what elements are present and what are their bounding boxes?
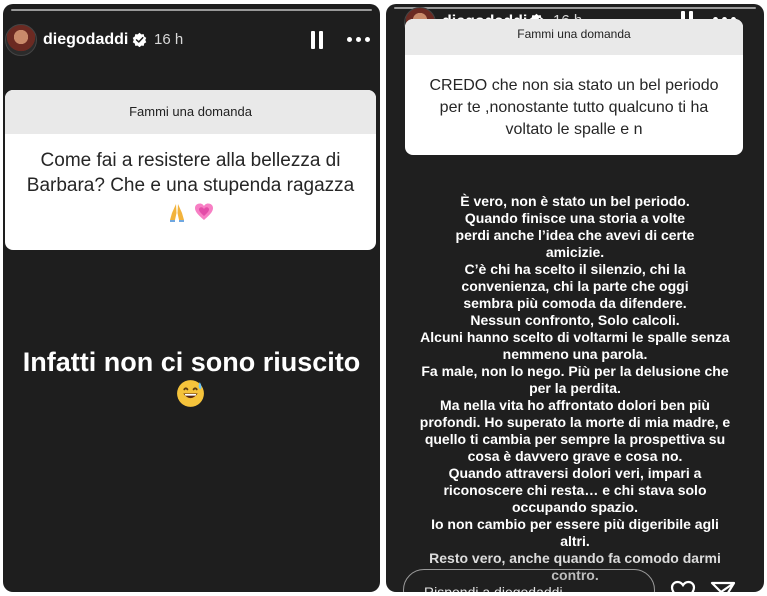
answer-line: Alcuni hanno scelto di voltarmi le spall… [420,329,730,345]
answer-line: Ma nella vita ho affrontato dolori ben p… [440,397,710,413]
answer-line: perdi anche l’idea che avevi di certe [455,227,695,243]
answer-line: Quando attraversi dolori veri, impari a [448,465,702,481]
question-sticker: Fammi una domanda Come fai a resistere a… [5,90,376,250]
answer-line: occupando spazio. [511,499,638,515]
answer-line: profondi. Ho superato la morte di mia ma… [419,414,731,430]
story-right: diegodaddi 16 h Fammi una domanda CREDO … [386,4,764,592]
answer-line: sembra più comoda da difendere. [463,295,687,311]
answer-line: Fa male, non lo nego. Più per la delusio… [421,363,729,379]
verified-badge-icon [132,32,147,47]
pause-icon[interactable] [311,31,325,49]
question-sticker-text: CREDO che non sia stato un bel periodo p… [429,77,719,138]
heart-icon[interactable] [670,580,696,592]
avatar[interactable] [5,24,37,56]
answer-line: amicizie. [545,244,605,260]
answer-line: per la perdita. [529,380,621,396]
story-caption: Infatti non ci sono riuscito [22,347,361,377]
question-emojis [19,199,362,224]
time-ago: 16 h [154,31,184,48]
answer-text: È vero, non è stato un bel periodo. Quan… [390,193,760,584]
answer-line: quello ti cambia per sempre la prospetti… [424,431,726,447]
answer-line: cosa è davvero grave e cosa no. [467,448,683,464]
caption-emoji [175,378,206,414]
answer-line: riconoscere chi resta… e chi stava solo [443,482,707,498]
answer-line: Resto vero, anche quando fa comodo darmi [429,550,721,566]
answer-line: C’è chi ha scelto il silenzio, chi la [464,261,686,277]
answer-line: convenienza, chi la parte che oggi [461,278,689,294]
reply-input[interactable]: Rispondi a diegodaddi... [403,569,655,592]
story-progress-bar [11,9,372,11]
growing-heart-emoji-icon [195,203,214,220]
more-options-icon[interactable] [347,37,371,43]
send-icon[interactable] [710,580,736,592]
grinning-sweat-emoji-icon [177,380,204,407]
question-sticker-header: Fammi una domanda [405,19,743,55]
answer-line: nemmeno una parola. [502,346,648,362]
answer-line: altri. [560,533,590,549]
answer-line: Nessun confronto, Solo calcoli. [470,312,680,328]
question-text: Come fai a resistere alla bellezza di Ba… [26,150,355,196]
question-sticker-header: Fammi una domanda [5,90,376,134]
answer-line: È vero, non è stato un bel periodo. [460,193,690,209]
story-header: diegodaddi 16 h [3,14,380,60]
reply-placeholder: Rispondi a diegodaddi... [424,584,575,592]
username[interactable]: diegodaddi [43,31,128,49]
question-sticker-text: Come fai a resistere alla bellezza di Ba… [5,134,376,224]
answer-line: Io non cambio per essere più digeribile … [431,516,719,532]
folded-hands-emoji-icon [169,203,184,222]
question-sticker: Fammi una domanda CREDO che non sia stat… [405,19,743,155]
answer-line: Quando finisce una storia a volte [464,210,686,226]
story-left: diegodaddi 16 h Fammi una domanda Come f… [3,4,380,592]
